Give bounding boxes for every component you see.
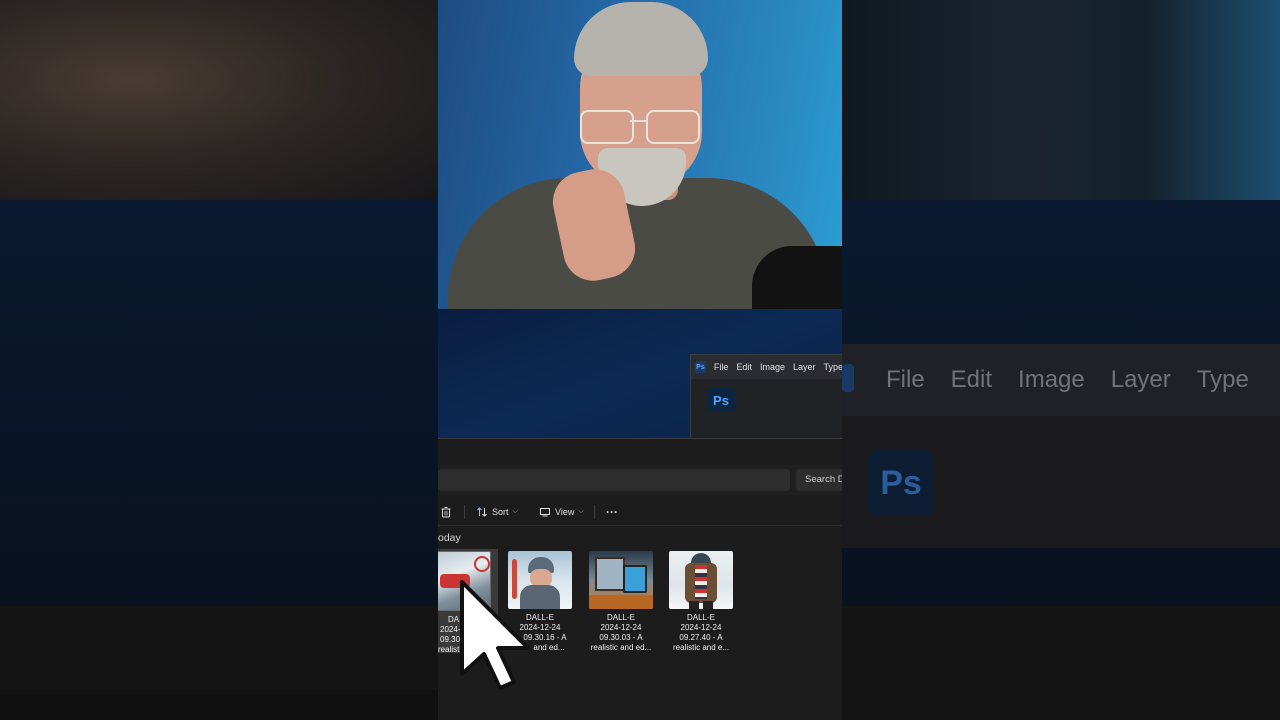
file-name-line: 2024-12-24 [680, 623, 722, 632]
main-column: Ps File Edit Image Layer Type Ps Search … [438, 0, 842, 720]
file-name: DALL-E 2024-12-24 09.30.03 - A realistic… [581, 613, 661, 653]
microphone [752, 246, 842, 309]
search-input[interactable]: Search D [796, 469, 842, 491]
trash-icon [441, 507, 451, 518]
blurred-webcam-right [842, 0, 1280, 200]
blurred-menu-edit: Edit [950, 366, 993, 393]
file-name-line: DALL-E [606, 613, 635, 622]
thumb-boot [703, 601, 713, 609]
file-item[interactable]: DALL-E 2024-12-24 09.30.03 - A realistic… [581, 549, 661, 653]
blurred-ps-menu: File Edit Image Layer Type [886, 366, 1249, 394]
menu-layer[interactable]: Layer [793, 362, 816, 372]
delete-button[interactable] [440, 503, 452, 521]
file-name-line: 09.30.03 - A [599, 633, 643, 642]
thumb-window [595, 557, 625, 591]
blurred-ps-logo: Ps [868, 450, 934, 516]
blurred-webcam-left [0, 0, 438, 200]
chevron-down-icon: ⌵ [578, 508, 584, 515]
menu-image[interactable]: Image [760, 362, 785, 372]
file-name-line: DALL-E [686, 613, 715, 622]
thumb-tablet [623, 565, 647, 593]
blurred-ps-icon [842, 364, 854, 392]
person-glasses [580, 110, 700, 144]
thumb-scarf [695, 565, 707, 599]
address-bar[interactable] [438, 469, 790, 491]
webcam-feed [438, 0, 842, 309]
menu-edit[interactable]: Edit [736, 362, 752, 372]
toolbar-divider [594, 505, 595, 519]
menu-type[interactable]: Type [823, 362, 842, 372]
photoshop-window[interactable]: Ps File Edit Image Layer Type Ps [690, 354, 842, 442]
photoshop-menubar: Ps File Edit Image Layer Type [691, 355, 842, 379]
file-thumbnail [589, 551, 653, 609]
explorer-toolbar: Sort ⌵ View ⌵ ··· [438, 499, 842, 526]
view-label: View [555, 507, 575, 517]
file-name-line: realistic and e... [672, 643, 730, 652]
mouse-pointer-icon [460, 580, 530, 690]
blurred-explorer-right [842, 606, 1280, 720]
more-options-button[interactable]: ··· [606, 503, 618, 521]
photoshop-logo-icon: Ps [707, 388, 735, 412]
file-name-line: realistic and ed... [590, 643, 652, 652]
glasses-lens-left [580, 110, 634, 144]
blurred-background-left [0, 0, 438, 720]
toolbar-divider [464, 505, 465, 519]
sort-label: Sort [492, 507, 509, 517]
blurred-menu-layer: Layer [1110, 366, 1171, 393]
blurred-explorer-left-bottom [0, 690, 438, 720]
thumb-boot [689, 601, 699, 609]
sort-icon [477, 507, 487, 517]
file-thumbnail [669, 551, 733, 609]
blurred-background-right: File Edit Image Layer Type Ps [842, 0, 1280, 720]
chevron-down-icon: ⌵ [512, 508, 518, 515]
file-item[interactable]: DALL-E 2024-12-24 09.27.40 - A realistic… [661, 549, 741, 653]
blurred-desktop-left [0, 200, 438, 610]
blurred-menu-file: File [886, 366, 925, 393]
view-button[interactable]: View ⌵ [539, 503, 584, 521]
blurred-menu-type: Type [1196, 366, 1249, 393]
menu-file[interactable]: File [714, 362, 729, 372]
view-icon [540, 508, 550, 517]
glasses-lens-right [646, 110, 700, 144]
thumb-sign [474, 556, 490, 572]
photoshop-app-icon[interactable]: Ps [695, 361, 706, 373]
glasses-bridge [630, 120, 646, 122]
file-name: DALL-E 2024-12-24 09.27.40 - A realistic… [661, 613, 741, 653]
address-row: Search D [438, 465, 842, 495]
file-name-line: 2024-12-24 [600, 623, 642, 632]
file-name-line: 09.27.40 - A [679, 633, 723, 642]
group-header-today: oday [438, 532, 461, 544]
sort-button[interactable]: Sort ⌵ [476, 503, 518, 521]
thumb-table [589, 595, 653, 609]
blurred-menu-image: Image [1018, 366, 1085, 393]
person-hair [574, 2, 708, 76]
